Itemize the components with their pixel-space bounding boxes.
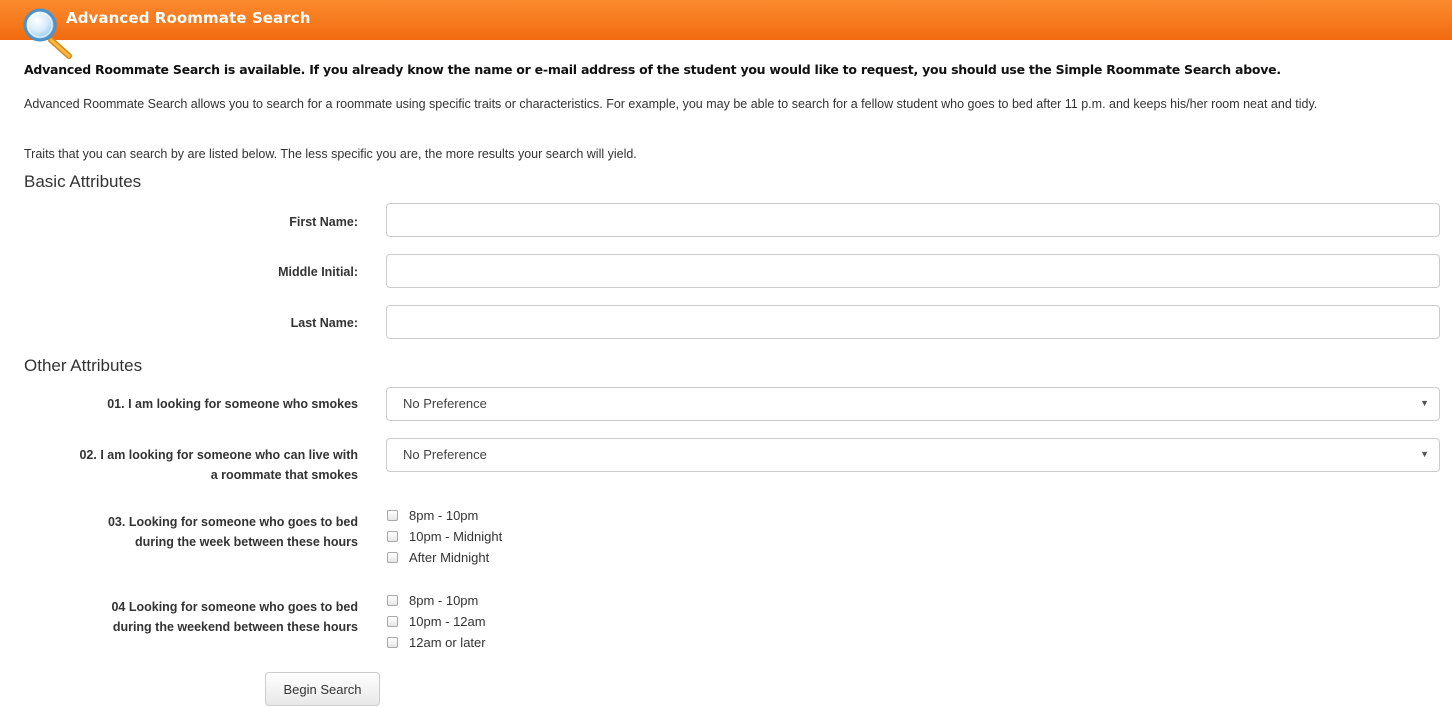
live-with-smoker-label-line2: a roommate that smokes <box>210 468 358 482</box>
magnifier-icon <box>23 8 72 59</box>
weekday-bedtime-options: 8pm - 10pm 10pm - Midnight After Midnigh… <box>387 505 502 568</box>
weekday-option-1[interactable]: 8pm - 10pm <box>387 505 502 526</box>
live-with-smoker-selected-value: No Preference <box>403 447 487 462</box>
checkbox[interactable] <box>387 552 398 563</box>
weekend-bedtime-label: 04 Looking for someone who goes to bed d… <box>38 597 358 637</box>
weekend-bedtime-options: 8pm - 10pm 10pm - 12am 12am or later <box>387 590 486 653</box>
smoker-question-label: 01. I am looking for someone who smokes <box>107 397 358 411</box>
checkbox[interactable] <box>387 510 398 521</box>
checkbox[interactable] <box>387 531 398 542</box>
weekday-option-2[interactable]: 10pm - Midnight <box>387 526 502 547</box>
availability-notice: Advanced Roommate Search is available. I… <box>24 62 1281 77</box>
checkbox[interactable] <box>387 616 398 627</box>
weekend-option-1[interactable]: 8pm - 10pm <box>387 590 486 611</box>
first-name-label: First Name: <box>289 215 358 229</box>
weekend-option-3-label: 12am or later <box>409 635 486 650</box>
section-header: Advanced Roommate Search <box>0 0 1452 40</box>
live-with-smoker-select[interactable]: No Preference ▼ <box>386 438 1440 472</box>
middle-initial-input[interactable] <box>386 254 1440 288</box>
other-attributes-heading: Other Attributes <box>24 356 143 375</box>
weekend-option-3[interactable]: 12am or later <box>387 632 486 653</box>
caret-down-icon: ▼ <box>1420 398 1429 408</box>
last-name-input[interactable] <box>386 305 1440 339</box>
first-name-input[interactable] <box>386 203 1440 237</box>
basic-attributes-heading: Basic Attributes <box>24 172 142 191</box>
last-name-label: Last Name: <box>290 316 358 330</box>
weekend-option-2[interactable]: 10pm - 12am <box>387 611 486 632</box>
live-with-smoker-label: 02. I am looking for someone who can liv… <box>38 445 358 485</box>
live-with-smoker-label-line1: 02. I am looking for someone who can liv… <box>79 448 358 462</box>
traits-note: Traits that you can search by are listed… <box>24 147 637 161</box>
weekday-option-1-label: 8pm - 10pm <box>409 508 479 523</box>
search-description: Advanced Roommate Search allows you to s… <box>24 97 1318 111</box>
weekend-option-1-label: 8pm - 10pm <box>409 593 479 608</box>
weekday-option-3[interactable]: After Midnight <box>387 547 502 568</box>
weekday-bedtime-label: 03. Looking for someone who goes to bed … <box>38 512 358 552</box>
checkbox[interactable] <box>387 637 398 648</box>
caret-down-icon: ▼ <box>1420 449 1429 459</box>
weekday-bedtime-label-line1: 03. Looking for someone who goes to bed <box>107 515 358 529</box>
checkbox[interactable] <box>387 595 398 606</box>
weekend-option-2-label: 10pm - 12am <box>409 614 486 629</box>
begin-search-button[interactable]: Begin Search <box>265 672 380 706</box>
section-title: Advanced Roommate Search <box>66 9 311 27</box>
weekday-option-3-label: After Midnight <box>409 550 490 565</box>
weekend-bedtime-label-line2: during the weekend between these hours <box>112 620 358 634</box>
middle-initial-label: Middle Initial: <box>278 265 358 279</box>
smoker-selected-value: No Preference <box>403 396 487 411</box>
weekday-option-2-label: 10pm - Midnight <box>409 529 503 544</box>
weekend-bedtime-label-line1: 04 Looking for someone who goes to bed <box>111 600 358 614</box>
smoker-select[interactable]: No Preference ▼ <box>386 387 1440 421</box>
weekday-bedtime-label-line2: during the week between these hours <box>135 535 358 549</box>
